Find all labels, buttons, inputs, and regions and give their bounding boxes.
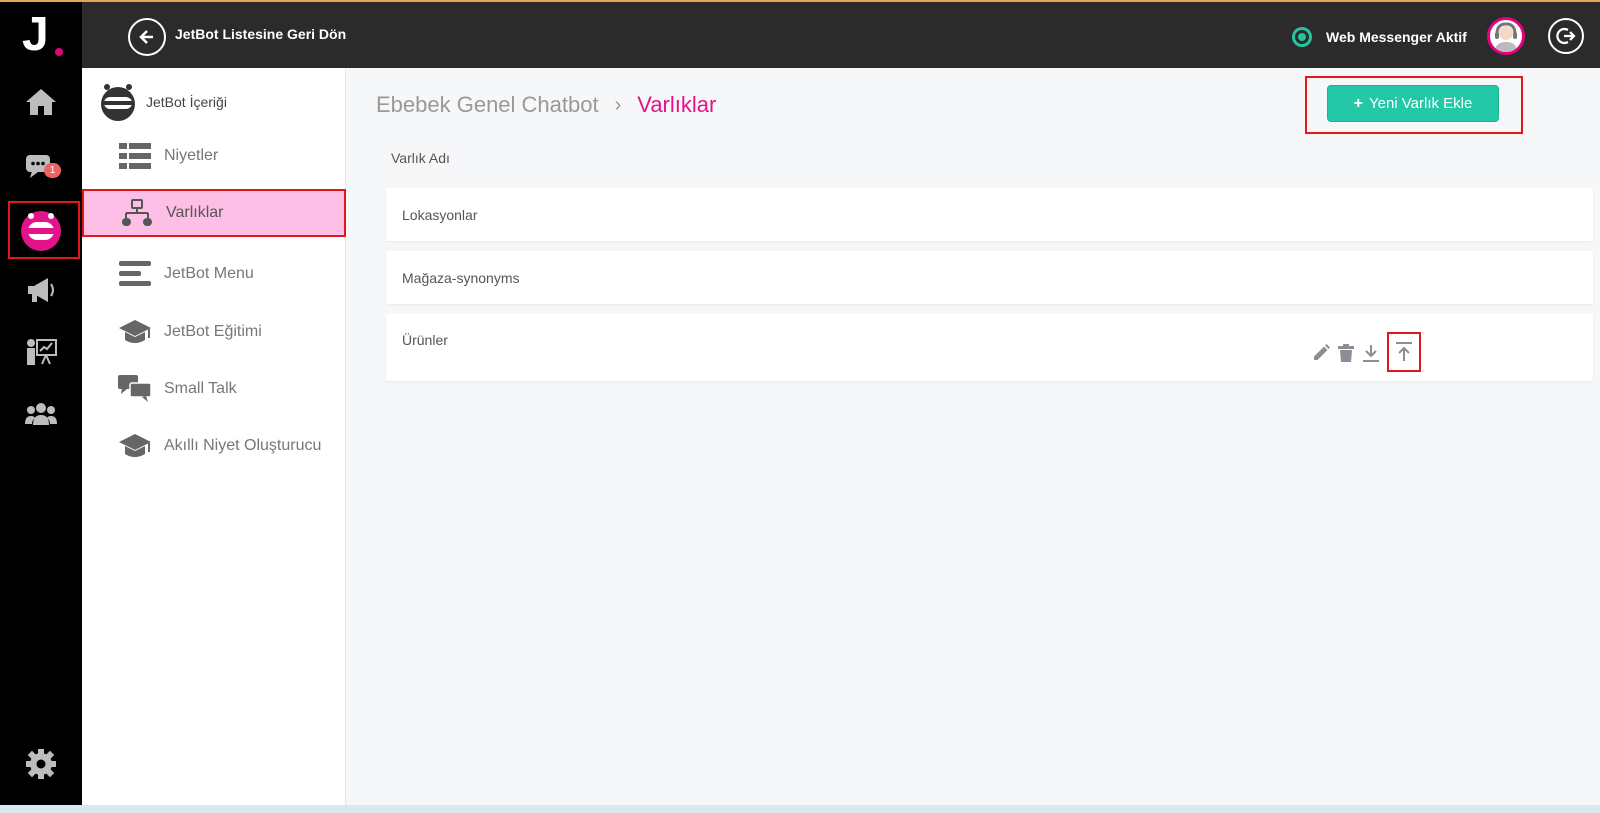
megaphone-icon[interactable]: [0, 262, 82, 318]
graduation-cap-icon: [118, 317, 152, 347]
nav-item-varliklar[interactable]: Varlıklar: [82, 189, 346, 237]
chevron-right-icon: ›: [614, 93, 622, 116]
table-row[interactable]: Mağaza-synonyms: [386, 251, 1593, 304]
menu-icon: [118, 259, 152, 289]
back-label[interactable]: JetBot Listesine Geri Dön: [175, 26, 346, 42]
breadcrumb: Ebebek Genel Chatbot › Varlıklar: [376, 92, 716, 118]
nav-label: Niyetler: [164, 147, 219, 164]
subnav-title: JetBot İçeriği: [146, 94, 227, 110]
agent-avatar-icon: [1495, 22, 1517, 52]
nav-item-jetbot-menu[interactable]: JetBot Menu: [82, 250, 346, 298]
subnav-header: JetBot İçeriği: [98, 82, 227, 122]
list-icon: [118, 141, 152, 171]
nav-label: JetBot Eğitimi: [164, 323, 262, 340]
icon-rail: J 1: [0, 0, 82, 805]
table-row[interactable]: Lokasyonlar: [386, 188, 1593, 241]
breadcrumb-current: Varlıklar: [637, 92, 717, 117]
table-row[interactable]: Ürünler: [386, 314, 1593, 381]
delete-icon[interactable]: [1333, 339, 1358, 367]
arrow-left-icon: [139, 30, 153, 44]
upload-icon[interactable]: [1387, 332, 1421, 372]
nav-label: Varlıklar: [166, 204, 224, 221]
chat-badge: 1: [44, 163, 61, 178]
hierarchy-icon: [120, 198, 154, 228]
top-accent-line: [0, 0, 1600, 2]
nav-label: Akıllı Niyet Oluşturucu: [164, 437, 322, 454]
logo-dot: [55, 48, 63, 56]
logout-button[interactable]: [1548, 18, 1584, 54]
users-icon[interactable]: [0, 386, 82, 442]
entity-name: Mağaza-synonyms: [402, 270, 520, 286]
download-icon[interactable]: [1358, 339, 1383, 367]
column-header-name: Varlık Adı: [391, 150, 450, 166]
bot-icon-highlight: [8, 201, 80, 259]
content-sidebar: JetBot İçeriği Niyetler Varlıklar JetBot…: [82, 68, 346, 805]
home-icon[interactable]: [0, 74, 82, 130]
breadcrumb-parent[interactable]: Ebebek Genel Chatbot: [376, 92, 599, 118]
logout-icon: [1556, 27, 1576, 45]
row-actions: [1308, 332, 1421, 372]
plus-icon: +: [1353, 94, 1363, 112]
nav-label: Small Talk: [164, 380, 237, 397]
back-button[interactable]: [128, 18, 166, 56]
nav-item-niyetler[interactable]: Niyetler: [82, 132, 346, 180]
top-header: JetBot Listesine Geri Dön Web Messenger …: [82, 2, 1600, 68]
entity-name: Lokasyonlar: [402, 207, 478, 223]
edit-icon[interactable]: [1308, 339, 1333, 367]
add-entity-label: Yeni Varlık Ekle: [1368, 95, 1473, 112]
bottom-strip: [0, 805, 1600, 813]
add-entity-button[interactable]: + Yeni Varlık Ekle: [1327, 85, 1499, 122]
entity-name: Ürünler: [402, 332, 448, 348]
nav-item-small-talk[interactable]: Small Talk: [82, 365, 346, 413]
graduation-cap-icon: [118, 431, 152, 461]
nav-label: JetBot Menu: [164, 265, 254, 282]
nav-item-jetbot-egitimi[interactable]: JetBot Eğitimi: [82, 308, 346, 356]
gear-icon[interactable]: [0, 736, 82, 792]
bot-head-icon: [101, 84, 135, 121]
status-indicator-icon: [1292, 27, 1312, 47]
nav-item-akilli-niyet[interactable]: Akıllı Niyet Oluşturucu: [82, 422, 346, 470]
avatar[interactable]: [1487, 17, 1525, 55]
messenger-status: Web Messenger Aktif: [1326, 29, 1467, 45]
training-icon[interactable]: [0, 324, 82, 380]
chat-icon[interactable]: [0, 138, 82, 194]
app-logo[interactable]: J: [22, 10, 49, 60]
chat-bubbles-icon: [118, 374, 152, 404]
